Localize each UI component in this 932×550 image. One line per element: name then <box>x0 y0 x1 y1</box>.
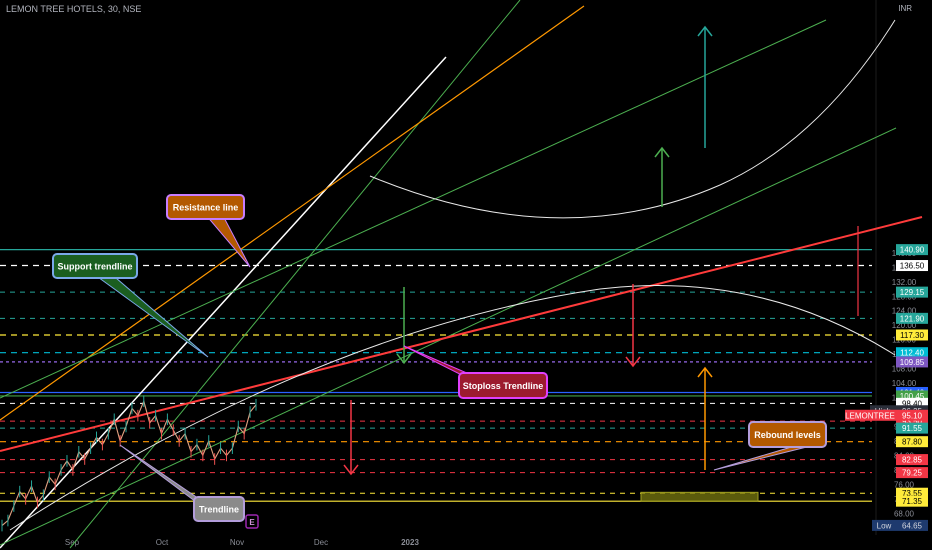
trendline-white <box>0 56 447 549</box>
x-tick-label: Dec <box>314 538 328 547</box>
price-level-tag-label: 117.30 <box>900 331 924 340</box>
price-level-tag-label: 112.40 <box>900 349 924 358</box>
x-tick-label: Oct <box>156 538 169 547</box>
arrow-down-red-1 <box>625 284 641 368</box>
price-level-tag-label: 82.85 <box>902 456 923 465</box>
y-tick-label: 132.00 <box>892 278 917 287</box>
arrow-up-teal <box>697 25 713 148</box>
price-level-tag-label: 140.90 <box>900 246 925 255</box>
earnings-marker: E <box>249 518 255 527</box>
last-price-label: 95.10 <box>902 411 923 420</box>
arrow-down-red-2 <box>343 400 359 476</box>
arrow-up-green-2 <box>654 146 670 207</box>
price-level-tag-label: 71.35 <box>902 497 923 506</box>
annotation-trendline-label: Trendline <box>199 505 239 515</box>
chart-canvas[interactable]: 68.0072.0076.0080.0084.0088.0092.0096.00… <box>0 0 932 550</box>
annotation-rebound-pointer <box>713 446 807 471</box>
price-level-tag-label: 91.55 <box>902 424 923 433</box>
chart-area[interactable]: 68.0072.0076.0080.0084.0088.0092.0096.00… <box>0 0 932 550</box>
channel-line-upper <box>0 19 827 399</box>
arrow-up-orange <box>697 366 713 470</box>
x-tick-label: Nov <box>230 538 244 547</box>
y-tick-label: 68.00 <box>894 509 915 518</box>
low-value-label: 64.65 <box>902 521 923 530</box>
price-level-tag-label: 79.25 <box>902 469 923 478</box>
arc-upper <box>369 19 896 219</box>
price-level-tag-label: 121.90 <box>900 314 925 323</box>
rebound-zone <box>640 491 759 502</box>
annotation-support-label: Support trendline <box>58 262 133 272</box>
low-tag-label: Low <box>877 521 892 530</box>
price-level-tag-label: 109.85 <box>900 358 925 367</box>
symbol-tag-label: LEMONTREE <box>845 411 895 420</box>
x-tick-label: 2023 <box>401 538 419 547</box>
currency-label: INR <box>898 4 912 13</box>
price-level-tag-label: 136.50 <box>900 262 925 271</box>
y-tick-label: 104.00 <box>892 379 917 388</box>
annotation-stoploss-label: Stoploss Trendline <box>463 381 544 391</box>
price-level-tag-label: 129.15 <box>900 288 925 297</box>
annotation-resistance-label: Resistance line <box>173 203 239 213</box>
arrow-up-green-1 <box>396 287 412 365</box>
annotation-rebound-label: Rebound levels <box>754 430 821 440</box>
annotation-resistance-pointer <box>208 218 251 268</box>
chart-title: LEMON TREE HOTELS, 30, NSE <box>6 4 142 14</box>
price-level-tag-label: 87.80 <box>902 438 923 447</box>
